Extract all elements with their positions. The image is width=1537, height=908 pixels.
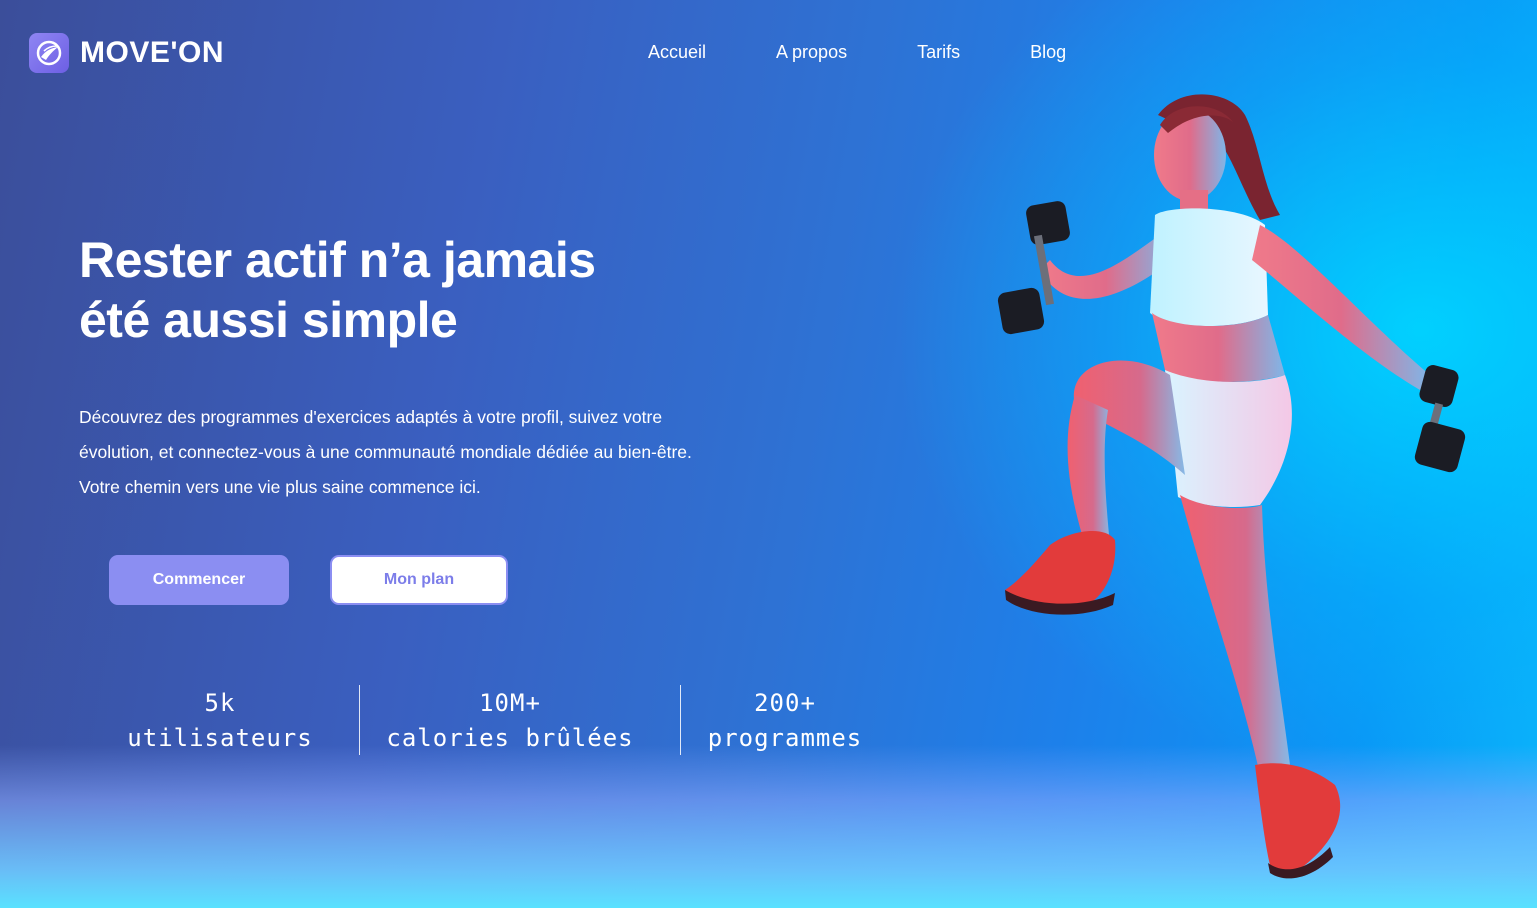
hero-title-line-1: Rester actif n’a jamais — [79, 232, 596, 288]
nav-link-a-propos[interactable]: A propos — [776, 40, 847, 64]
stat-programs: 200+ programmes — [690, 686, 880, 756]
start-button[interactable]: Commencer — [109, 555, 289, 605]
brand-logo[interactable]: MOVE'ON — [29, 33, 224, 73]
hero-title-line-2: été aussi simple — [79, 292, 458, 348]
stat-users: 5k utilisateurs — [100, 686, 340, 756]
stat-label: programmes — [707, 724, 863, 752]
hero-description-line-3: Votre chemin vers une vie plus saine com… — [79, 477, 481, 497]
hero-description-line-1: Découvrez des programmes d'exercices ada… — [79, 407, 663, 427]
stat-value: 10M+ — [479, 689, 541, 717]
moveon-logo-icon — [29, 33, 69, 73]
stat-label: calories brûlées — [386, 724, 634, 752]
nav-link-tarifs[interactable]: Tarifs — [917, 40, 960, 64]
main-nav: Accueil A propos Tarifs Blog — [648, 40, 1066, 64]
stat-value: 200+ — [754, 689, 816, 717]
stat-calories: 10M+ calories brûlées — [375, 686, 645, 756]
woman-lifting-dumbbells-image — [997, 94, 1466, 879]
hero-description: Découvrez des programmes d'exercices ada… — [79, 400, 779, 505]
brand-name: MOVE'ON — [80, 36, 224, 69]
hero-description-line-2: évolution, et connectez-vous à une commu… — [79, 442, 692, 462]
stat-label: utilisateurs — [127, 724, 313, 752]
stat-divider — [680, 685, 681, 755]
my-plan-button[interactable]: Mon plan — [330, 555, 508, 605]
hero-title: Rester actif n’a jamais été aussi simple — [79, 230, 699, 350]
nav-link-blog[interactable]: Blog — [1030, 40, 1066, 64]
stat-value: 5k — [204, 689, 236, 717]
nav-link-accueil[interactable]: Accueil — [648, 40, 706, 64]
stat-divider — [359, 685, 360, 755]
